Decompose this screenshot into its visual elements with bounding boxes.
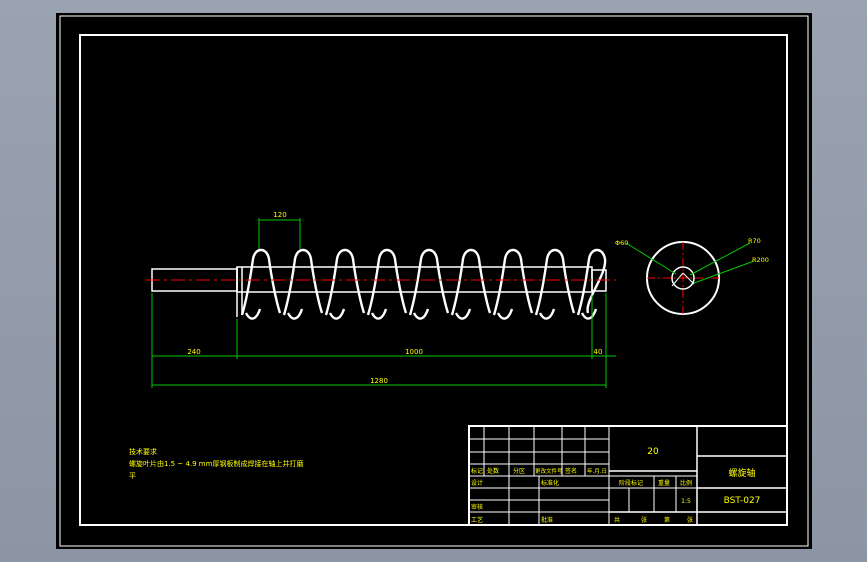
technical-notes: 技术要求 螺旋叶片由1.5 ~ 4.9 mm厚钢板制成焊接在轴上并打磨 平: [129, 447, 303, 480]
title-block: 标记 处数 分区 更改文件号 签名 年.月.日 设计 标准化 审核 工艺 批准 …: [468, 425, 788, 526]
tb-approve: 批准: [541, 516, 553, 524]
tb-sheet-2: 第: [664, 516, 670, 524]
tb-header-5: 年.月.日: [587, 467, 607, 475]
dim-screw-length: 1000: [405, 348, 423, 356]
dim-overall: 1280: [370, 377, 388, 385]
section-view: Φ60 R70 R200: [615, 237, 769, 315]
dimensions: 120 240 1000 40 1280: [151, 211, 616, 388]
screw-shaft: [151, 248, 607, 320]
tb-sheet-0: 共: [614, 516, 620, 524]
tb-part-name: 螺旋轴: [728, 467, 755, 479]
tb-standardize: 标准化: [541, 479, 559, 487]
notes-line2: 平: [129, 472, 136, 480]
tb-header-1: 处数: [487, 467, 499, 475]
tb-header-3: 更改文件号: [535, 467, 563, 475]
tb-header-2: 分区: [513, 467, 525, 475]
tb-ratio: 比例: [680, 479, 692, 487]
label-outer: R70: [748, 237, 761, 245]
tb-process: 工艺: [471, 516, 483, 524]
label-flight: R200: [752, 256, 769, 264]
tb-sheet-1: 张: [641, 516, 647, 524]
helical-flight: [240, 248, 607, 320]
tb-weight: 重量: [658, 479, 670, 487]
tb-header-4: 签名: [565, 467, 577, 475]
tb-scale: 1:5: [681, 498, 691, 505]
notes-line1: 螺旋叶片由1.5 ~ 4.9 mm厚钢板制成焊接在轴上并打磨: [129, 459, 303, 468]
tb-review: 审核: [471, 503, 483, 511]
tb-material: 20: [647, 447, 659, 457]
dim-pitch: 120: [273, 211, 286, 219]
tb-drawing-no: BST-027: [724, 496, 761, 506]
cad-viewport[interactable]: 120 240 1000 40 1280 Φ60 R70 R200 技术要求 螺…: [56, 13, 812, 549]
dim-right-shaft: 40: [594, 348, 603, 356]
tb-designer: 设计: [471, 479, 483, 487]
drawing-canvas: 120 240 1000 40 1280 Φ60 R70 R200 技术要求 螺…: [59, 15, 809, 547]
label-bore: Φ60: [615, 239, 628, 247]
tb-sheet-3: 张: [687, 516, 693, 524]
dim-left-shaft: 240: [187, 348, 200, 356]
tb-stage: 阶段标记: [619, 479, 643, 487]
tb-header-0: 标记: [471, 467, 483, 475]
notes-heading: 技术要求: [129, 447, 157, 456]
